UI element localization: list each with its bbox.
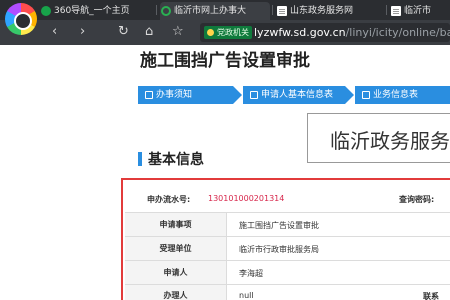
forward-arrow-icon[interactable]: ›	[80, 24, 85, 40]
document-icon	[277, 6, 287, 16]
bookmark-star-icon[interactable]: ☆	[172, 24, 184, 40]
section-marker	[138, 152, 142, 166]
row-value: 临沂市行政审批服务局	[239, 245, 319, 254]
url-text: lyzwfw.sd.gov.cn/linyi/icity/online/base…	[254, 25, 450, 40]
home-icon[interactable]: ⌂	[145, 24, 153, 40]
gov-badge: 党政机关	[204, 26, 252, 39]
step-icon	[145, 91, 153, 99]
row-value: null	[239, 291, 254, 300]
step-notice[interactable]: 办事须知	[138, 86, 242, 104]
row-label: 申请人	[125, 261, 227, 284]
tab-shandong-gov[interactable]: 山东政务服务网	[276, 2, 386, 20]
tab-bar: 360导航_一个主页 临沂市网上办事大 山东政务服务网 临沂市	[0, 0, 450, 20]
query-password-label: 查询密码:	[399, 195, 435, 204]
tab-label: 山东政务服务网	[290, 6, 354, 16]
step-label: 申请人基本信息表	[261, 90, 334, 100]
table-row: 申请人 李海超	[125, 260, 450, 284]
flow-number-label: 申办流水号:	[147, 195, 191, 204]
step-label: 办事须知	[156, 90, 193, 100]
tab-360-nav[interactable]: 360导航_一个主页	[40, 2, 156, 20]
step-applicant-info[interactable]: 申请人基本信息表	[243, 86, 354, 104]
browser-icon	[161, 6, 171, 16]
row-value: 施工围挡广告设置审批	[239, 221, 319, 230]
browser-window: 360导航_一个主页 临沂市网上办事大 山东政务服务网 临沂市 ‹ › ↻ ⌂ …	[0, 0, 450, 300]
back-arrow-icon[interactable]: ‹	[52, 24, 57, 40]
table-row: 受理单位 临沂市行政审批服务局	[125, 236, 450, 260]
step-bar: 办事须知 申请人基本信息表 业务信息表	[138, 86, 450, 104]
page-title: 施工围挡广告设置审批	[140, 51, 310, 71]
tab-divider	[272, 5, 273, 15]
tab-linyi-office[interactable]: 临沂市网上办事大	[160, 2, 270, 20]
step-business-info[interactable]: 业务信息表	[355, 86, 450, 104]
watermark-box: 临沂政务服务网	[307, 113, 450, 163]
table-row: 申请事项 施工围挡广告设置审批	[125, 212, 450, 236]
tab-label: 临沂市网上办事大	[174, 6, 247, 16]
tab-label: 临沂市	[404, 6, 432, 16]
tab-label: 360导航_一个主页	[54, 6, 130, 16]
reload-icon[interactable]: ↻	[118, 24, 129, 40]
step-icon	[250, 91, 258, 99]
row-label: 申请事项	[125, 213, 227, 236]
table-row: 办理人 null 联系	[125, 284, 450, 300]
step-label: 业务信息表	[373, 90, 419, 100]
360-icon	[41, 6, 51, 16]
tab-divider	[386, 5, 387, 15]
flow-number-value: 130101000201314	[208, 194, 285, 203]
tab-linyi[interactable]: 临沂市	[390, 2, 450, 20]
browser-logo-icon	[5, 3, 37, 35]
address-bar[interactable]: 党政机关 lyzwfw.sd.gov.cn/linyi/icity/online…	[200, 23, 450, 42]
contact-label: 联系	[423, 292, 439, 300]
row-label: 办理人	[125, 285, 227, 300]
url-host: lyzwfw.sd.gov.cn	[254, 26, 346, 39]
tab-divider	[156, 5, 157, 15]
section-title: 基本信息	[148, 152, 204, 168]
row-label: 受理单位	[125, 237, 227, 260]
row-value: 李海超	[239, 269, 263, 278]
step-icon	[362, 91, 370, 99]
document-icon	[391, 6, 401, 16]
url-path: /linyi/icity/online/baseinf	[345, 26, 450, 39]
watermark-text: 临沂政务服务网	[330, 129, 450, 153]
toolbar: ‹ › ↻ ⌂ ☆ 党政机关 lyzwfw.sd.gov.cn/linyi/ic…	[0, 20, 450, 45]
